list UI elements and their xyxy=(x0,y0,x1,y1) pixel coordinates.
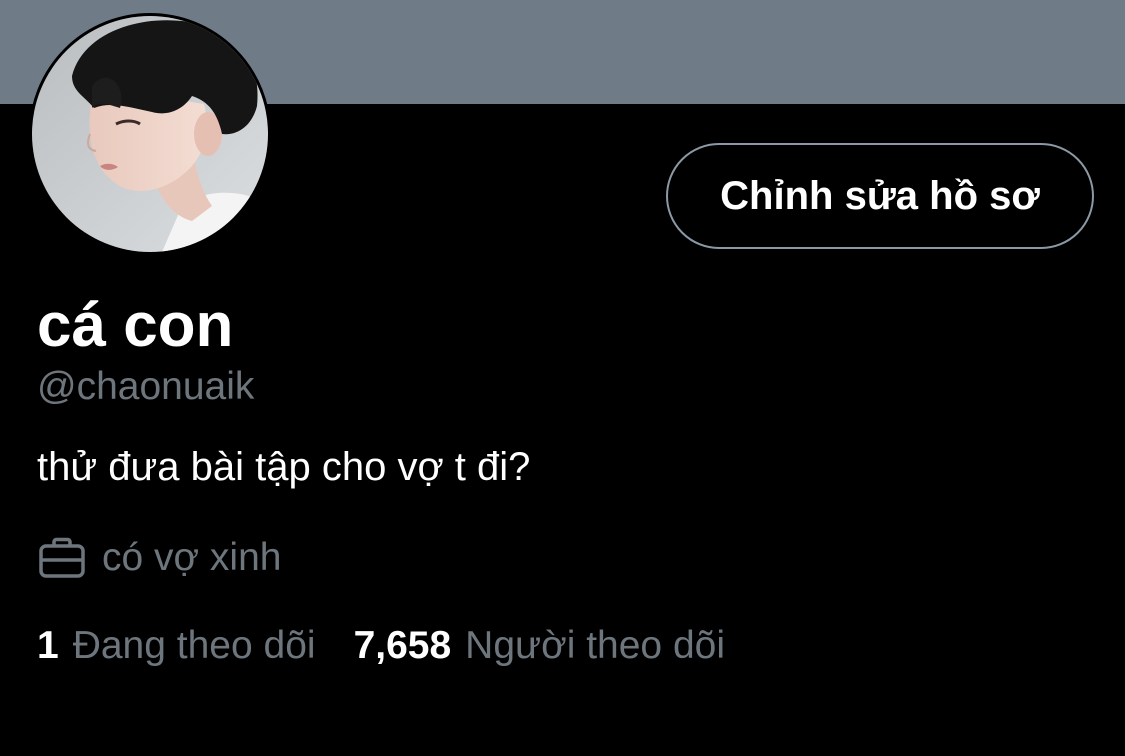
profile-page: Chỉnh sửa hồ sơ cá con @chaonuaik thử đư… xyxy=(0,0,1125,756)
following-label: Đang theo dõi xyxy=(72,624,316,667)
followers-count: 7,658 xyxy=(353,624,452,667)
avatar-photo xyxy=(32,16,268,252)
avatar[interactable] xyxy=(29,13,271,255)
profile-work-info: có vợ xinh xyxy=(37,531,281,585)
briefcase-icon xyxy=(39,537,85,578)
following-stat-link[interactable]: 1 Đang theo dõi xyxy=(37,618,316,674)
profile-bio: thử đưa bài tập cho vợ t đi? xyxy=(37,445,531,489)
edit-profile-button[interactable]: Chỉnh sửa hồ sơ xyxy=(666,143,1094,249)
work-text: có vợ xinh xyxy=(102,536,282,579)
followers-stat-link[interactable]: 7,658 Người theo dõi xyxy=(354,618,725,674)
followers-label: Người theo dõi xyxy=(465,624,725,667)
profile-stats: 1 Đang theo dõi 7,658 Người theo dõi xyxy=(37,618,725,674)
display-name: cá con xyxy=(37,291,234,360)
following-count: 1 xyxy=(37,624,59,667)
username-handle: @chaonuaik xyxy=(37,365,255,408)
